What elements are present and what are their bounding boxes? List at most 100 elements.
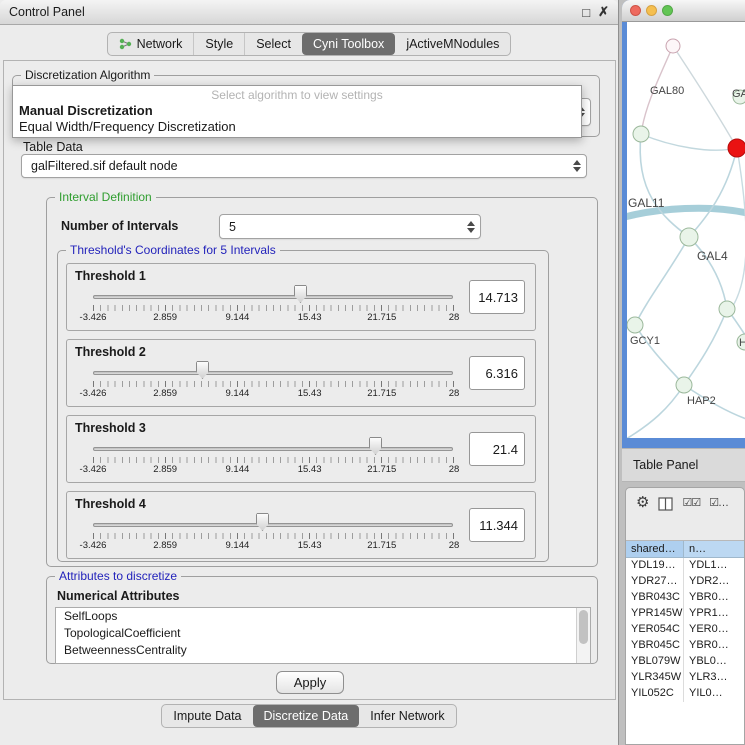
network-node[interactable] xyxy=(666,39,680,53)
algorithm-option-manual[interactable]: Manual Discretization xyxy=(13,102,581,118)
list-item[interactable]: TopologicalCoefficient xyxy=(56,625,590,642)
node-label-gal80: GAL80 xyxy=(650,85,684,97)
tab-jactivemnodules-label: jActiveMNodules xyxy=(406,37,499,51)
threshold-3-slider-track[interactable] xyxy=(93,447,453,451)
gear-icon[interactable]: ⚙ xyxy=(636,494,649,512)
tab-network[interactable]: Network xyxy=(108,33,194,55)
table-row[interactable]: YLR345WYLR3… xyxy=(626,670,744,686)
threshold-1-slider-thumb[interactable] xyxy=(294,285,307,303)
tab-discretize-data[interactable]: Discretize Data xyxy=(253,705,360,727)
node-label-gal11: GAL11 xyxy=(628,196,664,210)
threshold-4-slider-track[interactable] xyxy=(93,523,453,527)
close-window-icon[interactable]: ✗ xyxy=(598,4,609,20)
table-row[interactable]: YER054CYER0… xyxy=(626,622,744,638)
network-node[interactable] xyxy=(627,317,643,333)
node-label-gcy1: GCY1 xyxy=(630,335,660,347)
scale-label: 21.715 xyxy=(367,464,396,475)
tab-impute-data-label: Impute Data xyxy=(173,709,241,723)
scale-label: -3.426 xyxy=(80,388,107,399)
threshold-2-value-field[interactable]: 6.316 xyxy=(469,356,525,390)
cell: YBR0… xyxy=(684,638,744,654)
threshold-4-slider-thumb[interactable] xyxy=(256,513,269,531)
threshold-2-scale: -3.426 2.859 9.144 15.43 21.715 28 xyxy=(93,388,454,400)
zoom-traffic-light-icon[interactable] xyxy=(662,5,673,16)
algorithm-option-equal-width[interactable]: Equal Width/Frequency Discretization xyxy=(13,118,581,134)
scale-label: 15.43 xyxy=(298,312,322,323)
scale-label: 15.43 xyxy=(298,464,322,475)
table-row[interactable]: YDR27…YDR2… xyxy=(626,574,744,590)
network-view-window: GAL80 GA GAL11 GAL4 GCY1 H HAP2 xyxy=(622,0,745,448)
threshold-3-slider-thumb[interactable] xyxy=(369,437,382,455)
network-canvas[interactable]: GAL80 GA GAL11 GAL4 GCY1 H HAP2 xyxy=(627,22,745,438)
thresholds-group: Threshold's Coordinates for 5 Intervals … xyxy=(57,250,549,562)
column-header-shared-name[interactable]: shared… xyxy=(626,541,684,557)
stepper-icon xyxy=(467,221,475,233)
cell: YER0… xyxy=(684,622,744,638)
table-row[interactable]: YDL19…YDL1… xyxy=(626,558,744,574)
network-node[interactable] xyxy=(719,301,735,317)
scale-label: 9.144 xyxy=(226,540,250,551)
cell: YDL19… xyxy=(626,558,684,574)
threshold-4-value-field[interactable]: 11.344 xyxy=(469,508,525,542)
attributes-scrollbar[interactable] xyxy=(576,608,590,663)
threshold-3-value-field[interactable]: 21.4 xyxy=(469,432,525,466)
control-panel-window: Control Panel □ ✗ Network Style Select C… xyxy=(0,0,619,745)
table-row[interactable]: YBR045CYBR0… xyxy=(626,638,744,654)
number-of-intervals-value: 5 xyxy=(229,220,236,234)
table-row[interactable]: YBL079WYBL0… xyxy=(626,654,744,670)
cell: YDL1… xyxy=(684,558,744,574)
list-item[interactable]: SelfLoops xyxy=(56,608,590,625)
threshold-3-ticks xyxy=(93,457,454,463)
interval-definition-group-title: Interval Definition xyxy=(55,190,156,204)
scale-label: 21.715 xyxy=(367,388,396,399)
thresholds-group-title: Threshold's Coordinates for 5 Intervals xyxy=(66,243,280,257)
numerical-attributes-label: Numerical Attributes xyxy=(57,589,179,603)
close-traffic-light-icon[interactable] xyxy=(630,5,641,16)
network-node[interactable] xyxy=(680,228,698,246)
scale-label: 2.859 xyxy=(153,540,177,551)
scale-label: 28 xyxy=(449,312,460,323)
float-window-icon[interactable]: □ xyxy=(582,5,590,20)
network-node[interactable] xyxy=(633,126,649,142)
tab-infer-network[interactable]: Infer Network xyxy=(359,705,455,727)
table-header-row: shared… n… xyxy=(626,540,744,558)
tab-select[interactable]: Select xyxy=(244,33,302,55)
threshold-1-scale: -3.426 2.859 9.144 15.43 21.715 28 xyxy=(93,312,454,324)
tab-style[interactable]: Style xyxy=(193,33,244,55)
select-all-columns-icon[interactable]: ☑☑ xyxy=(682,494,700,512)
network-node-selected[interactable] xyxy=(728,139,745,157)
tab-cyni-toolbox[interactable]: Cyni Toolbox xyxy=(302,33,395,55)
scale-label: 21.715 xyxy=(367,540,396,551)
list-item[interactable]: BetweennessCentrality xyxy=(56,642,590,659)
cell: YIL052C xyxy=(626,686,684,702)
table-data-select[interactable]: galFiltered.sif default node xyxy=(21,154,587,178)
select-columns-icon[interactable]: ☑… xyxy=(709,494,728,512)
minimize-traffic-light-icon[interactable] xyxy=(646,5,657,16)
number-of-intervals-label: Number of Intervals xyxy=(61,219,178,233)
scale-label: 28 xyxy=(449,464,460,475)
tab-impute-data[interactable]: Impute Data xyxy=(162,705,252,727)
threshold-2-box: Threshold 2 -3.426 2.859 9.144 15.43 21.… xyxy=(66,339,536,407)
scale-label: -3.426 xyxy=(80,312,107,323)
table-row[interactable]: YBR043CYBR0… xyxy=(626,590,744,606)
table-row[interactable]: YIL052CYIL0… xyxy=(626,686,744,702)
tab-jactivemnodules[interactable]: jActiveMNodules xyxy=(395,33,510,55)
scrollbar-thumb[interactable] xyxy=(579,610,588,644)
number-of-intervals-select[interactable]: 5 xyxy=(219,214,481,239)
table-row[interactable]: YPR145WYPR1… xyxy=(626,606,744,622)
cell: YPR1… xyxy=(684,606,744,622)
bottom-tabstrip: Impute Data Discretize Data Infer Networ… xyxy=(161,704,456,728)
columns-icon[interactable] xyxy=(658,497,673,511)
attributes-group: Attributes to discretize Numerical Attri… xyxy=(46,576,598,664)
threshold-2-slider-thumb[interactable] xyxy=(196,361,209,379)
table-panel-toolbar: ⚙ ☑☑ ☑… xyxy=(626,488,744,540)
cell: YBR0… xyxy=(684,590,744,606)
algorithm-placeholder-option[interactable]: Select algorithm to view settings xyxy=(13,86,581,102)
column-header-name[interactable]: n… xyxy=(684,541,744,557)
threshold-2-slider-track[interactable] xyxy=(93,371,453,375)
threshold-1-slider-track[interactable] xyxy=(93,295,453,299)
scale-label: 9.144 xyxy=(226,312,250,323)
apply-button[interactable]: Apply xyxy=(276,671,344,694)
network-node[interactable] xyxy=(676,377,692,393)
threshold-1-value-field[interactable]: 14.713 xyxy=(469,280,525,314)
